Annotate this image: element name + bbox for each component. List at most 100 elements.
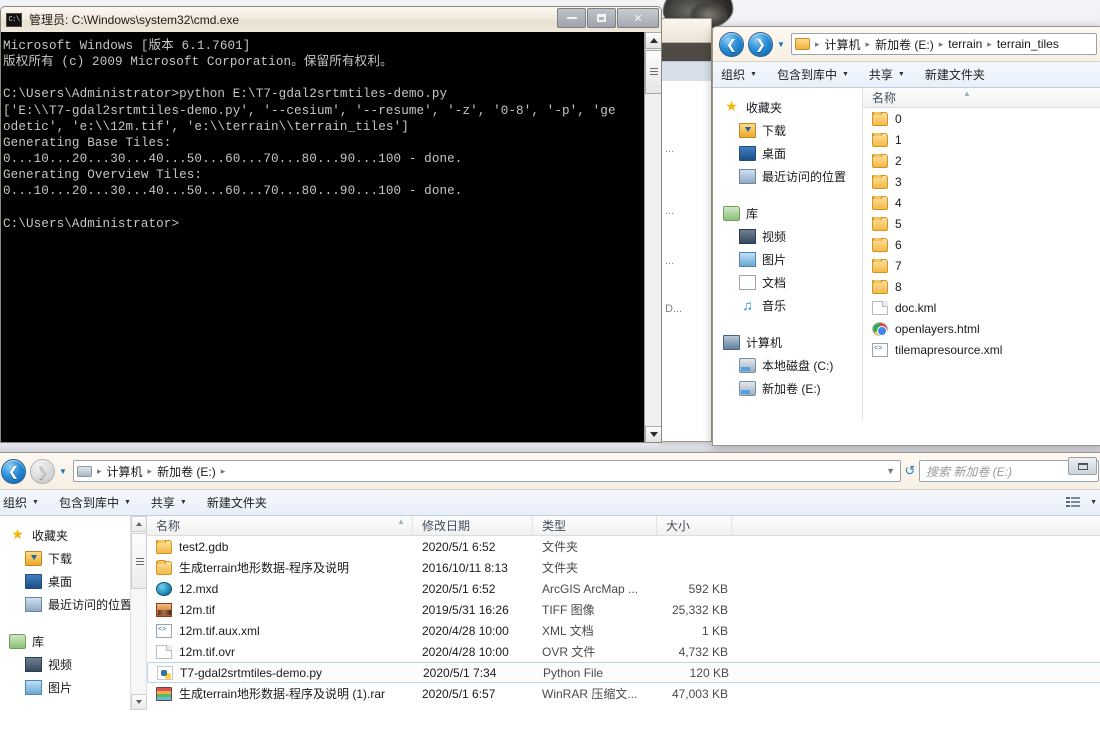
table-row[interactable]: 12m.tif.aux.xml 2020/4/28 10:00 XML 文档 1 KB xyxy=(147,620,1100,641)
nav-group-libraries[interactable]: 库 xyxy=(713,202,862,225)
new-folder-button[interactable]: 新建文件夹 xyxy=(207,494,267,511)
cmd-title-text: 管理员: C:\Windows\system32\cmd.exe xyxy=(29,13,240,27)
cmd-minimize-button[interactable] xyxy=(557,8,586,28)
cmd-scroll-up-button[interactable] xyxy=(645,32,661,49)
nav-item-local-disk-c[interactable]: 本地磁盘 (C:) xyxy=(713,354,862,377)
forward-button[interactable]: ❯ xyxy=(748,31,773,57)
breadcrumb-item-volume-e[interactable]: 新加卷 (E:) xyxy=(875,36,934,53)
nav-item-pictures[interactable]: 图片 xyxy=(0,676,146,699)
explorer-window-volume-e[interactable]: ❮ ❯ ▼ ▸ 计算机 ▸ 新加卷 (E:) ▸ ▼ ↺ 搜索 新加卷 (E:)… xyxy=(0,452,1100,732)
nav-item-downloads[interactable]: 下载 xyxy=(0,547,146,570)
explorer-window-terrain-tiles[interactable]: ❮ ❯ ▼ ▸ 计算机 ▸ 新加卷 (E:) ▸ terrain ▸ terra… xyxy=(712,26,1100,446)
nav-pane-scrollbar[interactable] xyxy=(130,516,147,710)
table-row[interactable]: openlayers.html xyxy=(863,318,1100,339)
cmd-scrollbar[interactable] xyxy=(644,32,661,442)
breadcrumb-item-terrain-tiles[interactable]: terrain_tiles xyxy=(997,37,1059,51)
forward-button[interactable]: ❯ xyxy=(30,458,55,484)
explorer-right-file-list[interactable]: 名称 ▲ 0 1 2 3 4 5 6 7 8 doc.kml openlayers.html tile… xyxy=(863,88,1100,420)
back-button[interactable]: ❮ xyxy=(719,31,744,57)
table-row[interactable]: 12.mxd 2020/5/1 6:52 ArcGIS ArcMap ... 592 … xyxy=(147,578,1100,599)
column-header-name[interactable]: 名称 xyxy=(147,515,413,536)
table-row[interactable]: 生成terrain地形数据-程序及说明 (1).rar 2020/5/1 6:57… xyxy=(147,683,1100,704)
include-in-library-button[interactable]: 包含到库中 ▼ xyxy=(59,494,131,511)
table-row[interactable]: 12m.tif.ovr 2020/4/28 10:00 OVR 文件 4,732 KB xyxy=(147,641,1100,662)
table-row[interactable]: doc.kml xyxy=(863,297,1100,318)
include-in-library-button[interactable]: 包含到库中 ▼ xyxy=(777,66,849,83)
nav-item-videos[interactable]: 视频 xyxy=(713,225,862,248)
nav-item-desktop[interactable]: 桌面 xyxy=(0,570,146,593)
share-menu-button[interactable]: 共享 ▼ xyxy=(869,66,905,83)
nav-group-favorites[interactable]: ★ 收藏夹 xyxy=(0,524,146,547)
nav-item-desktop[interactable]: 桌面 xyxy=(713,142,862,165)
nav-item-pictures[interactable]: 图片 xyxy=(713,248,862,271)
refresh-button[interactable]: ↺ xyxy=(901,463,919,479)
library-icon xyxy=(9,634,26,649)
cmd-console-area[interactable]: Microsoft Windows [版本 6.1.7601] 版权所有 (c)… xyxy=(0,32,662,443)
nav-item-videos[interactable]: 视频 xyxy=(0,653,146,676)
grip-icon xyxy=(136,558,144,565)
nav-item-recent-places[interactable]: 最近访问的位置 xyxy=(713,165,862,188)
table-row[interactable]: 2 xyxy=(863,150,1100,171)
explorer-bottom-nav-pane[interactable]: ★ 收藏夹 下载 桌面 最近访问的位置 库 视频 图片 xyxy=(0,516,147,710)
cmd-maximize-button[interactable] xyxy=(587,8,616,28)
nav-group-computer[interactable]: 计算机 xyxy=(713,331,862,354)
organize-menu-button[interactable]: 组织 ▼ xyxy=(3,494,39,511)
explorer-bottom-file-list[interactable]: 名称 修改日期 类型 大小 ▲ test2.gdb 2020/5/1 6:52 文件… xyxy=(147,515,1100,710)
table-row[interactable]: 8 xyxy=(863,276,1100,297)
address-bar[interactable]: ▸ 计算机 ▸ 新加卷 (E:) ▸ terrain ▸ terrain_til… xyxy=(791,33,1097,55)
explorer-right-nav-pane[interactable]: ★ 收藏夹 下载 桌面 最近访问的位置 库 视频 图片 文档 ♫ 音乐 计算机 … xyxy=(713,88,863,420)
nav-item-downloads[interactable]: 下载 xyxy=(713,119,862,142)
nav-scroll-up-button[interactable] xyxy=(131,516,147,532)
background-window-sliver[interactable]: ... ... ... D... xyxy=(660,18,712,442)
explorer-bottom-restore-button[interactable] xyxy=(1068,457,1097,475)
cmd-scroll-down-button[interactable] xyxy=(645,426,661,442)
column-header-type[interactable]: 类型 xyxy=(533,515,657,536)
command-prompt-window[interactable]: C:\ 管理员: C:\Windows\system32\cmd.exe ✕ M… xyxy=(0,6,662,443)
folder-icon xyxy=(872,216,888,231)
column-header-size[interactable]: 大小 xyxy=(657,515,732,536)
file-name: 7 xyxy=(895,258,902,273)
cmd-close-button[interactable]: ✕ xyxy=(617,8,659,28)
nav-group-libraries[interactable]: 库 xyxy=(0,630,146,653)
table-row[interactable]: 5 xyxy=(863,213,1100,234)
maximize-icon xyxy=(597,14,606,22)
search-placeholder: 搜索 新加卷 (E:) xyxy=(926,464,1012,479)
table-row[interactable]: 7 xyxy=(863,255,1100,276)
cmd-titlebar[interactable]: C:\ 管理员: C:\Windows\system32\cmd.exe ✕ xyxy=(0,6,662,32)
table-row[interactable]: 1 xyxy=(863,129,1100,150)
new-folder-button[interactable]: 新建文件夹 xyxy=(925,66,985,83)
table-row[interactable]: T7-gdal2srtmtiles-demo.py 2020/5/1 7:34 Py… xyxy=(147,662,1100,683)
table-row[interactable]: 生成terrain地形数据-程序及说明 2016/10/11 8:13 文件夹 xyxy=(147,557,1100,578)
organize-menu-button[interactable]: 组织 ▼ xyxy=(721,66,757,83)
column-header-name[interactable]: 名称 xyxy=(863,88,1100,108)
nav-item-music[interactable]: ♫ 音乐 xyxy=(713,294,862,317)
table-row[interactable]: 4 xyxy=(863,192,1100,213)
chrome-html-icon xyxy=(872,321,888,336)
table-row[interactable]: test2.gdb 2020/5/1 6:52 文件夹 xyxy=(147,536,1100,557)
nav-item-recent-places[interactable]: 最近访问的位置 xyxy=(0,593,146,616)
table-row[interactable]: 6 xyxy=(863,234,1100,255)
address-bar[interactable]: ▸ 计算机 ▸ 新加卷 (E:) ▸ ▼ xyxy=(73,460,901,482)
table-row[interactable]: tilemapresource.xml xyxy=(863,339,1100,360)
column-header-modified[interactable]: 修改日期 xyxy=(413,515,533,536)
breadcrumb-item-computer[interactable]: 计算机 xyxy=(107,463,143,480)
breadcrumb-item-computer[interactable]: 计算机 xyxy=(825,36,861,53)
table-row[interactable]: 12m.tif 2019/5/31 16:26 TIFF 图像 25,332 KB xyxy=(147,599,1100,620)
breadcrumb-item-volume-e[interactable]: 新加卷 (E:) xyxy=(157,463,216,480)
change-view-button[interactable]: ▼ xyxy=(1066,497,1097,508)
breadcrumb-item-terrain[interactable]: terrain xyxy=(948,37,982,51)
history-dropdown-icon[interactable]: ▼ xyxy=(55,467,71,476)
nav-item-documents[interactable]: 文档 xyxy=(713,271,862,294)
nav-group-favorites[interactable]: ★ 收藏夹 xyxy=(713,96,862,119)
history-dropdown-icon[interactable]: ▼ xyxy=(773,40,789,49)
table-row[interactable]: 0 xyxy=(863,108,1100,129)
share-menu-button[interactable]: 共享 ▼ xyxy=(151,494,187,511)
video-icon xyxy=(739,229,756,244)
address-dropdown-icon[interactable]: ▼ xyxy=(886,466,895,476)
nav-item-volume-e[interactable]: 新加卷 (E:) xyxy=(713,377,862,400)
back-button[interactable]: ❮ xyxy=(1,458,26,484)
table-row[interactable]: 3 xyxy=(863,171,1100,192)
nav-scroll-thumb[interactable] xyxy=(131,533,147,589)
cmd-scroll-thumb[interactable] xyxy=(645,50,661,94)
nav-scroll-down-button[interactable] xyxy=(131,694,147,710)
